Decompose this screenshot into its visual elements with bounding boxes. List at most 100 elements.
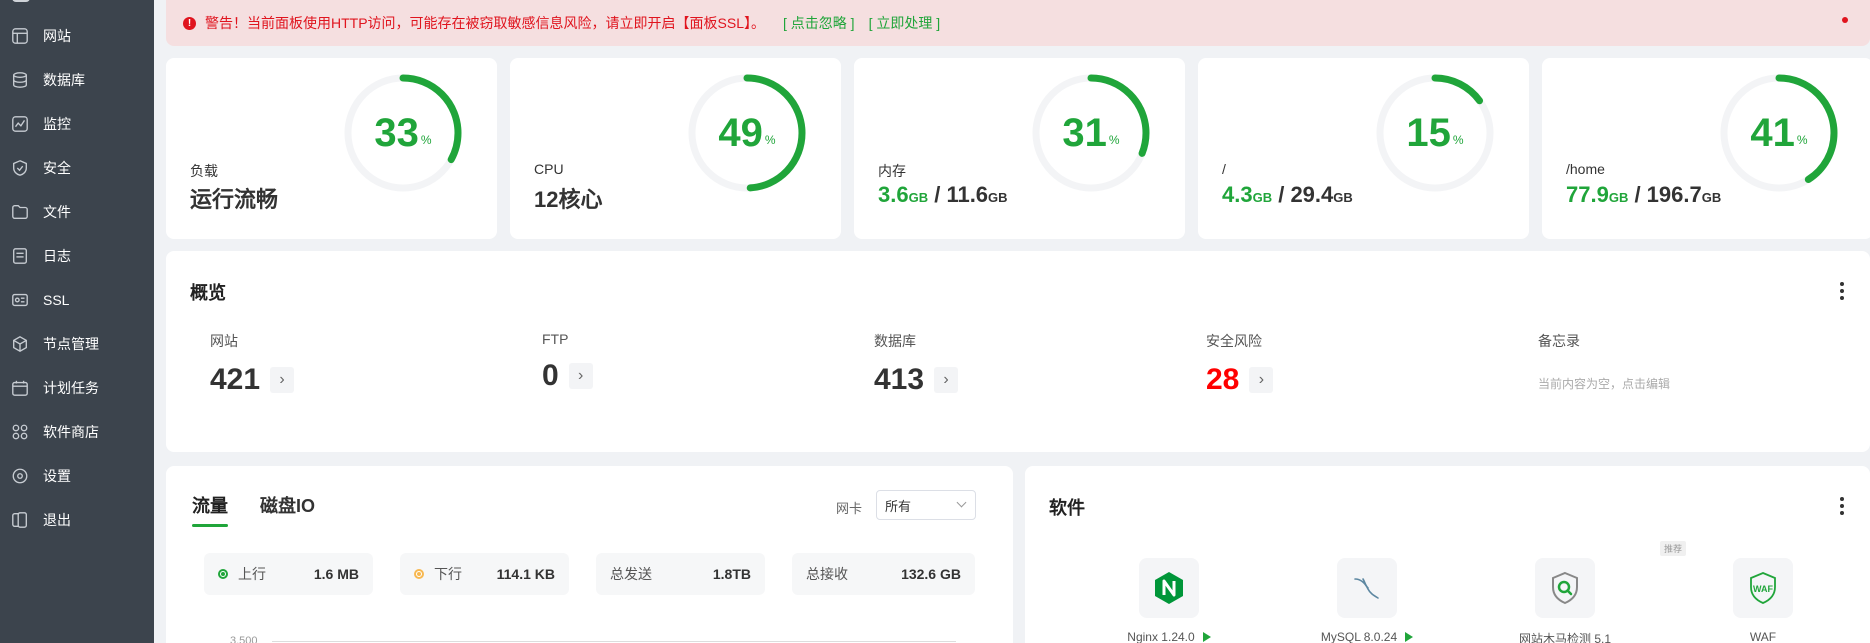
gear-icon — [10, 466, 30, 486]
total-unit: GB — [988, 190, 1008, 205]
close-dot-icon[interactable] — [1842, 17, 1848, 23]
play-icon[interactable] — [1202, 632, 1211, 642]
sidebar-item-cron[interactable]: 计划任务 — [0, 366, 154, 410]
website-icon — [10, 26, 30, 46]
play-icon[interactable] — [1405, 632, 1414, 642]
overview-more-icon[interactable] — [1840, 282, 1844, 300]
http-warning-banner: ! 警告！当前面板使用HTTP访问，可能存在被窃取敏感信息风险，请立即开启【面板… — [166, 0, 1870, 46]
gauge-unit: % — [1796, 133, 1808, 147]
sidebar-item-files[interactable]: 文件 — [0, 190, 154, 234]
nginx-icon — [1139, 558, 1199, 618]
chevron-down-icon — [956, 497, 967, 508]
stat-label: / — [1222, 161, 1226, 177]
sidebar-item-ssl[interactable]: SSL — [0, 278, 154, 322]
software-item-mysql[interactable]: MySQL 8.0.24 — [1292, 558, 1442, 643]
overview-count[interactable]: 0 — [542, 359, 559, 393]
sidebar-item-app-store[interactable]: 软件商店 — [0, 410, 154, 454]
calendar-icon — [10, 378, 30, 398]
database-icon — [10, 70, 30, 90]
stat-value: 12核心 — [534, 187, 603, 212]
fix-now-link[interactable]: [ 立即处理 ] — [869, 13, 941, 33]
overview-count[interactable]: 421 — [210, 363, 260, 397]
stat-card-root-disk[interactable]: 15% / 4.3GB / 29.4GB — [1198, 58, 1529, 239]
log-icon — [10, 246, 30, 266]
total-received-pill: 总接收 132.6 GB — [792, 553, 975, 595]
tab-disk-io[interactable]: 磁盘IO — [260, 492, 315, 518]
stat-label: CPU — [534, 161, 564, 177]
stat-value: 77.9GB / 196.7GB — [1566, 182, 1722, 207]
apps-icon — [10, 422, 30, 442]
sidebar-item-database[interactable]: 数据库 — [0, 58, 154, 102]
nic-select[interactable]: 所有 — [876, 490, 976, 520]
stat-card-memory[interactable]: 31% 内存 3.6GB / 11.6GB — [854, 58, 1185, 239]
stat-card-load[interactable]: 33% 负载 运行流畅 — [166, 58, 497, 239]
software-item-malware-scan[interactable]: 网站木马检测 5.1 — [1490, 558, 1640, 643]
sidebar-item-label: SSL — [43, 292, 70, 308]
overview-count[interactable]: 413 — [874, 363, 924, 397]
gauge-unit: % — [1108, 133, 1120, 147]
svg-text:WAF: WAF — [1753, 584, 1773, 594]
software-name: 网站木马检测 5.1 — [1518, 632, 1612, 643]
software-item-nginx[interactable]: Nginx 1.24.0 — [1094, 558, 1244, 643]
ssl-icon — [10, 290, 30, 310]
overview-item-databases: 数据库 413 › — [874, 331, 959, 397]
total-sent-value: 1.8TB — [712, 566, 751, 582]
sidebar-item-nodes[interactable]: 节点管理 — [0, 322, 154, 366]
overview-item-ftp: FTP 0 › — [542, 331, 593, 393]
logout-icon — [10, 510, 30, 530]
download-dot-icon — [414, 569, 424, 579]
sidebar-item-logout[interactable]: 退出 — [0, 498, 154, 542]
stat-label: 内存 — [878, 163, 906, 179]
overview-title: 概览 — [190, 283, 226, 303]
memo-label: 备忘录 — [1538, 333, 1580, 349]
sidebar-item-settings[interactable]: 设置 — [0, 454, 154, 498]
gauge-percent: 41 — [1750, 110, 1795, 155]
sidebar-item-website[interactable]: 网站 — [0, 14, 154, 58]
used-unit: GB — [908, 190, 929, 205]
sidebar-item-security[interactable]: 安全 — [0, 146, 154, 190]
software-more-icon[interactable] — [1840, 497, 1844, 515]
warning-text: 警告！当前面板使用HTTP访问，可能存在被窃取敏感信息风险，请立即开启【面板SS… — [205, 15, 766, 31]
overview-item-memo: 备忘录 当前内容为空，点击编辑 — [1538, 331, 1670, 392]
overview-label: 安全风险 — [1206, 333, 1262, 349]
chevron-right-icon[interactable]: › — [934, 367, 959, 393]
used-value: 3.6 — [878, 182, 909, 207]
upload-label: 上行 — [238, 566, 266, 582]
software-name: Nginx 1.24.0 — [1127, 630, 1195, 643]
sidebar-item-label: 设置 — [43, 468, 71, 484]
gauge-unit: % — [420, 133, 432, 147]
nic-selected: 所有 — [885, 498, 912, 514]
ignore-warning-link[interactable]: [ 点击忽略 ] — [783, 13, 855, 33]
malware-scan-icon — [1535, 558, 1595, 618]
sidebar-item-label: 文件 — [43, 204, 71, 220]
load-gauge: 33% — [342, 72, 464, 194]
stat-value: 运行流畅 — [190, 187, 279, 212]
tab-traffic[interactable]: 流量 — [192, 492, 228, 527]
overview-item-websites: 网站 421 › — [210, 331, 295, 397]
gauge-percent: 33 — [374, 110, 419, 155]
software-item-waf[interactable]: WAF WAF — [1688, 558, 1838, 643]
software-title: 软件 — [1049, 498, 1085, 518]
alert-icon: ! — [183, 16, 196, 30]
sidebar-item-label: 软件商店 — [43, 424, 99, 440]
chevron-right-icon[interactable]: › — [1249, 367, 1274, 393]
used-value: 77.9 — [1566, 182, 1609, 207]
sidebar-item-monitor[interactable]: 监控 — [0, 102, 154, 146]
total-unit: GB — [1333, 190, 1353, 205]
stat-card-cpu[interactable]: 49% CPU 12核心 — [510, 58, 841, 239]
sidebar-item-logs[interactable]: 日志 — [0, 234, 154, 278]
sidebar-item-label: 日志 — [43, 248, 71, 264]
mysql-icon — [1337, 558, 1397, 618]
shield-icon — [10, 158, 30, 178]
software-panel: 软件 推荐 Nginx 1.24.0 MySQL 8.0.24 网站木马检测 5… — [1025, 466, 1870, 643]
chevron-right-icon[interactable]: › — [568, 363, 593, 389]
sidebar-item-label: 监控 — [43, 116, 71, 132]
total-value: 196.7 — [1646, 182, 1702, 207]
total-sent-pill: 总发送 1.8TB — [596, 553, 765, 595]
chart-gridline — [272, 641, 956, 642]
overview-count[interactable]: 28 — [1206, 363, 1239, 397]
memo-empty-text[interactable]: 当前内容为空，点击编辑 — [1538, 375, 1670, 392]
stat-card-home-disk[interactable]: 41% /home 77.9GB / 196.7GB — [1542, 58, 1870, 239]
chevron-right-icon[interactable]: › — [270, 367, 295, 393]
used-value: 4.3 — [1222, 182, 1253, 207]
